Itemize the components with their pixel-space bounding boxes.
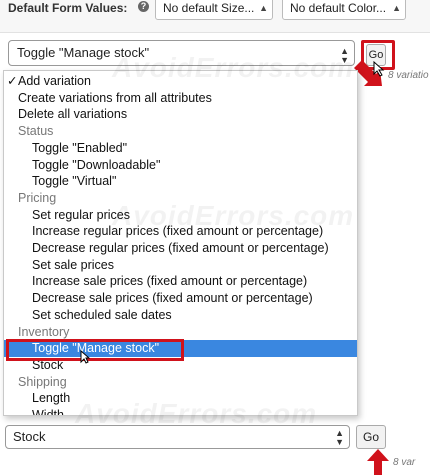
dropdown-group-label: Inventory (18, 324, 70, 339)
form-values-bar: Default Form Values: ? No default Size..… (0, 0, 430, 33)
mouse-cursor-icon (80, 350, 90, 364)
dropdown-option[interactable]: Create variations from all attributes (4, 90, 357, 107)
select-arrows-icon: ▲ (259, 3, 268, 13)
dropdown-group-label: Status (18, 124, 54, 139)
default-size-value: No default Size... (163, 1, 255, 15)
dropdown-option[interactable]: Delete all variations (4, 106, 357, 123)
dropdown-option[interactable]: Decrease regular prices (fixed amount or… (4, 240, 357, 257)
watermark: AvoidErrors.com (112, 200, 355, 231)
manage-stock-highlight (6, 339, 184, 361)
default-form-values-label: Default Form Values: (8, 1, 128, 15)
dropdown-option[interactable]: Set scheduled sale dates (4, 307, 357, 324)
bulk-action-dropdown[interactable]: ✓ Add variation Create variations from all… (3, 70, 358, 416)
dropdown-group-label: Shipping (18, 374, 67, 389)
help-icon[interactable]: ? (138, 1, 149, 12)
go-button-bottom[interactable]: Go (356, 425, 386, 449)
default-color-select[interactable]: No default Color... ▲ (282, 0, 406, 20)
default-color-value: No default Color... (290, 1, 387, 15)
default-size-select[interactable]: No default Size... ▲ (155, 0, 273, 20)
variation-count-bottom: 8 var (393, 457, 416, 468)
dropdown-option[interactable]: Decrease sale prices (fixed amount or pe… (4, 290, 357, 307)
dropdown-option[interactable]: Toggle "Virtual" (4, 173, 357, 190)
watermark: AvoidErrors.com (112, 52, 355, 83)
dropdown-option[interactable]: Toggle "Downloadable" (4, 157, 357, 174)
bulk-action-selected-bottom: Stock (13, 429, 46, 444)
dropdown-option[interactable]: Toggle "Enabled" (4, 140, 357, 157)
dropdown-option[interactable]: Set sale prices (4, 257, 357, 274)
watermark: AvoidErrors.com (75, 398, 318, 429)
checkmark-icon: ✓ (7, 74, 18, 88)
dropdown-option[interactable]: Increase sale prices (fixed amount or pe… (4, 273, 357, 290)
dropdown-option-label: Add variation (18, 74, 91, 88)
annotation-arrow-icon (367, 449, 389, 475)
variation-count: 8 variatio (388, 70, 429, 81)
select-arrows-icon: ▲ ▼ (335, 428, 344, 447)
select-arrows-icon: ▲ (392, 3, 401, 13)
